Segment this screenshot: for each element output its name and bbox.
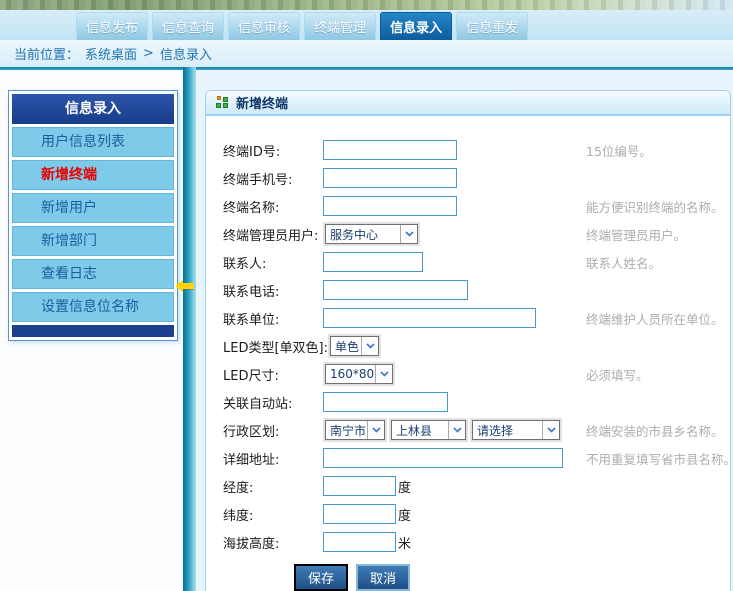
contact-person-label: 联系人: [223,253,323,272]
save-button[interactable]: 保存 [294,564,348,591]
grid-squares-icon [216,96,229,109]
tab-info-publish[interactable]: 信息发布 [76,12,148,40]
breadcrumb-home-link[interactable]: 系统桌面 [85,44,137,63]
chevron-down-icon [367,421,384,439]
sidebar-item-view-logs[interactable]: 查看日志 [12,259,174,289]
altitude-input[interactable] [323,532,396,552]
contact-phone-label: 联系电话: [223,281,323,300]
led-type-label: LED类型[单双色]: [223,337,328,356]
form-row-latitude: 纬度: 度 [206,500,730,528]
tab-info-entry[interactable]: 信息录入 [380,12,452,40]
sidebar-item-add-user[interactable]: 新增用户 [12,193,174,223]
form-row-terminal-phone: 终端手机号: [206,164,730,192]
sidebar-item-add-department[interactable]: 新增部门 [12,226,174,256]
longitude-unit: 度 [398,477,411,496]
address-input[interactable] [323,448,563,468]
sidebar-collapse-arrow-icon[interactable] [175,280,195,292]
contact-unit-hint: 终端维护人员所在单位。 [586,309,724,328]
region-town-select[interactable]: 请选择 [472,420,560,440]
form-row-contact-phone: 联系电话: [206,276,730,304]
form-row-led-size: LED尺寸: 160*80 必须填写。 [206,360,730,388]
breadcrumb-current: 信息录入 [160,44,212,63]
cancel-button[interactable]: 取消 [356,564,410,591]
form-row-longitude: 经度: 度 [206,472,730,500]
admin-user-label: 终端管理员用户: [223,225,323,244]
sidebar-item-user-info-list[interactable]: 用户信息列表 [12,127,174,157]
admin-region-hint: 终端安装的市县乡名称。 [586,421,724,440]
form-row-address: 详细地址: 不用重复填写省市县名称。 [206,444,730,472]
add-terminal-form: 终端ID号: 15位编号。 终端手机号: 终端名称: 能方便识别终端的名称。 终… [206,116,730,591]
chevron-down-icon [375,365,392,383]
vertical-divider [183,67,196,591]
form-row-contact-unit: 联系单位: 终端维护人员所在单位。 [206,304,730,332]
latitude-unit: 度 [398,505,411,524]
form-row-altitude: 海拔高度: 米 [206,528,730,556]
terminal-name-label: 终端名称: [223,197,323,216]
form-row-auto-station: 关联自动站: [206,388,730,416]
contact-phone-input[interactable] [323,280,468,300]
terminal-name-input[interactable] [323,196,457,216]
contact-person-input[interactable] [323,252,423,272]
chevron-down-icon [400,225,417,243]
longitude-label: 经度: [223,477,323,496]
longitude-input[interactable] [323,476,396,496]
terminal-phone-label: 终端手机号: [223,169,323,188]
breadcrumb-prefix: 当前位置： [14,44,79,63]
latitude-input[interactable] [323,504,396,524]
chevron-down-icon [448,421,465,439]
altitude-unit: 米 [398,533,411,552]
tab-info-resend[interactable]: 信息重发 [456,12,528,40]
region-city-select[interactable]: 南宁市 [325,420,385,440]
form-row-admin-region: 行政区划: 南宁市 上林县 请选择 终端安装的市县乡名称。 [206,416,730,444]
contact-person-hint: 联系人姓名。 [586,253,661,272]
terminal-name-hint: 能方便识别终端的名称。 [586,197,724,216]
breadcrumb: 当前位置： 系统桌面 > 信息录入 [0,40,733,67]
terminal-id-hint: 15位编号。 [586,141,652,160]
contact-unit-label: 联系单位: [223,309,323,328]
chevron-down-icon [361,337,378,355]
terminal-id-input[interactable] [323,140,457,160]
admin-region-label: 行政区划: [223,421,323,440]
auto-station-input[interactable] [323,392,448,412]
address-label: 详细地址: [223,449,323,468]
sidebar-item-add-terminal[interactable]: 新增终端 [12,160,174,190]
contact-unit-input[interactable] [323,308,536,328]
led-type-select[interactable]: 单色 [330,336,379,356]
form-row-contact-person: 联系人: 联系人姓名。 [206,248,730,276]
sidebar-title[interactable]: 信息录入 [12,94,174,124]
terminal-id-label: 终端ID号: [223,141,323,160]
tab-info-audit[interactable]: 信息审核 [228,12,300,40]
sidebar-item-set-infoslot-name[interactable]: 设置信息位名称 [12,292,174,322]
address-hint: 不用重复填写省市县名称。 [586,449,733,468]
altitude-label: 海拔高度: [223,533,323,552]
sidebar-menu: 信息录入 用户信息列表 新增终端 新增用户 新增部门 查看日志 设置信息位名称 [8,90,178,341]
led-size-label: LED尺寸: [223,365,323,384]
add-terminal-panel: 新增终端 终端ID号: 15位编号。 终端手机号: 终端名称: 能方便识别终端的… [205,90,731,591]
panel-title: 新增终端 [236,93,288,112]
chevron-down-icon [542,421,559,439]
auto-station-label: 关联自动站: [223,393,323,412]
led-size-hint: 必须填写。 [586,365,649,384]
tab-terminal-manage[interactable]: 终端管理 [304,12,376,40]
form-buttons: 保存 取消 [206,564,730,591]
region-county-select[interactable]: 上林县 [391,420,466,440]
form-row-terminal-id: 终端ID号: 15位编号。 [206,136,730,164]
breadcrumb-separator: > [143,46,154,61]
admin-user-hint: 终端管理员用户。 [586,225,686,244]
latitude-label: 纬度: [223,505,323,524]
header-photo-banner [0,0,733,10]
form-row-led-type: LED类型[单双色]: 单色 [206,332,730,360]
terminal-phone-input[interactable] [323,168,457,188]
panel-header: 新增终端 [206,91,730,116]
admin-user-select[interactable]: 服务中心 [325,224,418,244]
led-size-select[interactable]: 160*80 [325,364,393,384]
form-row-terminal-name: 终端名称: 能方便识别终端的名称。 [206,192,730,220]
tab-info-query[interactable]: 信息查询 [152,12,224,40]
sidebar-footer-bar [12,325,174,337]
main-tab-bar: 信息发布 信息查询 信息审核 终端管理 信息录入 信息重发 [0,10,733,40]
form-row-admin-user: 终端管理员用户: 服务中心 终端管理员用户。 [206,220,730,248]
